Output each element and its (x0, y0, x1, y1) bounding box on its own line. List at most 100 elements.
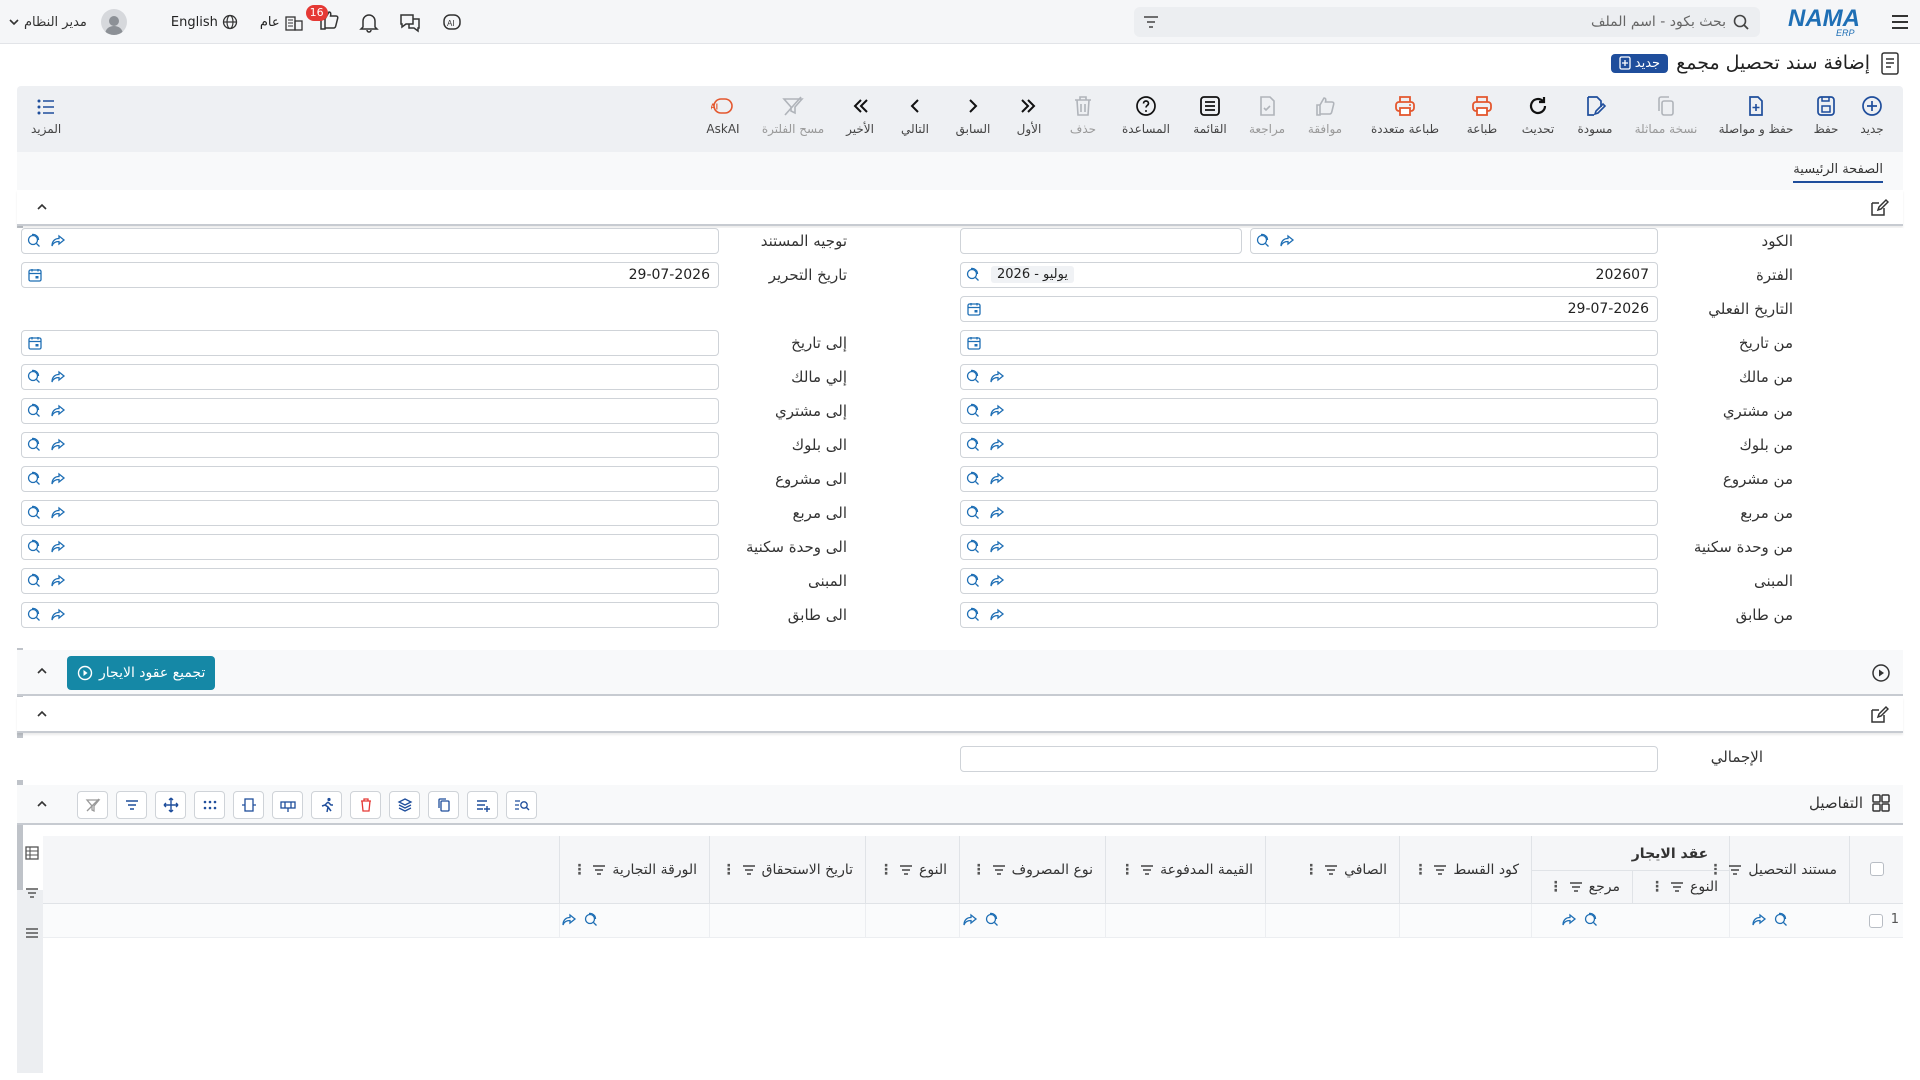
toolbar-save-continue-button[interactable]: حفظ و مواصلة (1709, 94, 1803, 136)
toolbar-draft-button[interactable]: مسودة (1567, 94, 1623, 136)
date-field[interactable]: 29-07-2026 (21, 262, 719, 288)
lookup-search-icon[interactable] (26, 233, 42, 249)
lookup-search-icon[interactable] (1773, 912, 1789, 928)
column-header[interactable]: الورقة التجارية ⋮ (559, 836, 709, 904)
user-menu[interactable]: مدير النظام (8, 9, 127, 35)
table-insert-icon[interactable] (272, 791, 303, 819)
nama-logo[interactable]: NAMA ERP (1786, 4, 1870, 38)
chevron-up-icon[interactable] (35, 200, 49, 214)
share-icon[interactable] (50, 472, 66, 486)
share-icon[interactable] (1751, 912, 1767, 928)
filter-icon[interactable] (1140, 864, 1154, 876)
calendar-icon[interactable] (967, 336, 981, 350)
column-menu-icon[interactable]: ⋮ (1549, 879, 1563, 895)
toolbar-first-button[interactable]: الأول (1003, 94, 1055, 136)
lookup-search-icon[interactable] (26, 369, 42, 385)
lookup-search-icon[interactable] (26, 437, 42, 453)
toolbar-multi-print-button[interactable]: طباعة متعددة (1355, 94, 1455, 136)
lookup-field[interactable] (21, 534, 719, 560)
search-box[interactable] (1134, 7, 1760, 37)
toolbar-next-button[interactable]: التالي (887, 94, 943, 136)
lookup-search-icon[interactable] (965, 267, 981, 283)
lookup-field[interactable] (21, 466, 719, 492)
code-secondary-field[interactable] (960, 228, 1242, 254)
calendar-icon[interactable] (28, 268, 42, 282)
table-icon[interactable] (24, 845, 40, 861)
lookup-field[interactable] (21, 602, 719, 628)
table-row[interactable]: 1 (43, 904, 1903, 938)
sub-column-header[interactable]: مرجع ⋮ (1532, 871, 1632, 905)
tab-main-page[interactable]: الصفحة الرئيسية (1793, 162, 1883, 183)
filter-icon[interactable] (1569, 881, 1583, 893)
column-header[interactable]: نوع المصروف ⋮ (959, 836, 1105, 904)
column-header[interactable]: الصافي ⋮ (1265, 836, 1399, 904)
share-icon[interactable] (989, 574, 1005, 588)
language-switch[interactable]: English (171, 14, 238, 30)
lookup-search-icon[interactable] (26, 573, 42, 589)
filter-icon[interactable] (592, 864, 606, 876)
lookup-field[interactable] (21, 364, 719, 390)
toolbar-plus-circle-button[interactable]: جديد (1849, 94, 1895, 136)
lookup-search-icon[interactable] (1583, 912, 1599, 928)
ai-assistant-icon[interactable]: AI (440, 11, 464, 33)
column-menu-icon[interactable]: ⋮ (972, 862, 986, 878)
edit-icon[interactable] (1869, 705, 1889, 725)
date-field[interactable] (960, 330, 1658, 356)
filter-icon[interactable] (1728, 864, 1742, 876)
share-icon[interactable] (50, 540, 66, 554)
share-icon[interactable] (1279, 234, 1295, 248)
more-button[interactable]: المزيد (31, 96, 61, 136)
share-icon[interactable] (50, 438, 66, 452)
lookup-field[interactable] (960, 364, 1658, 390)
share-icon[interactable] (989, 370, 1005, 384)
column-header[interactable]: تاريخ الاستحقاق ⋮ (709, 836, 865, 904)
lookup-field[interactable] (21, 398, 719, 424)
lookup-search-icon[interactable] (1255, 233, 1271, 249)
filter-icon[interactable] (1142, 13, 1160, 31)
lookup-search-icon[interactable] (965, 539, 981, 555)
code-field[interactable] (1250, 228, 1658, 254)
collect-leases-button[interactable]: تجميع عقود الايجار (67, 656, 216, 690)
share-icon[interactable] (50, 370, 66, 384)
menu-icon[interactable] (1888, 10, 1912, 34)
toolbar-clear-filter-button[interactable]: مسح الفلترة (753, 94, 833, 136)
lookup-search-icon[interactable] (965, 403, 981, 419)
share-icon[interactable] (989, 472, 1005, 486)
date-field[interactable] (21, 330, 719, 356)
lookup-field[interactable] (960, 500, 1658, 526)
share-icon[interactable] (50, 506, 66, 520)
lookup-search-icon[interactable] (965, 471, 981, 487)
lookup-search-icon[interactable] (26, 471, 42, 487)
lookup-search-icon[interactable] (965, 573, 981, 589)
grid-dots-icon[interactable] (194, 791, 225, 819)
filter-icon[interactable] (899, 864, 913, 876)
toolbar-last-button[interactable]: الأخير (833, 94, 887, 136)
lookup-field[interactable] (21, 568, 719, 594)
share-icon[interactable] (962, 912, 978, 928)
share-icon[interactable] (50, 574, 66, 588)
bell-icon[interactable] (358, 11, 380, 33)
chevron-up-icon[interactable] (35, 707, 49, 721)
filter-icon[interactable] (24, 885, 40, 901)
share-icon[interactable] (989, 438, 1005, 452)
toolbar-approve-button[interactable]: موافقة (1295, 94, 1355, 136)
lookup-search-icon[interactable] (965, 369, 981, 385)
menu-icon[interactable] (24, 925, 40, 941)
toolbar-ai-button[interactable]: AI AskAI (693, 94, 753, 136)
column-menu-icon[interactable]: ⋮ (572, 862, 586, 878)
column-menu-icon[interactable]: ⋮ (1650, 879, 1664, 895)
chevron-up-icon[interactable] (35, 797, 49, 811)
period-field[interactable]: 202607 2026 - يوليو (960, 262, 1658, 288)
toolbar-copy-button[interactable]: نسخة مماثلة (1623, 94, 1709, 136)
lookup-search-icon[interactable] (583, 912, 599, 928)
filter-icon[interactable] (742, 864, 756, 876)
row-checkbox[interactable] (1869, 914, 1883, 928)
lookup-search-icon[interactable] (26, 539, 42, 555)
search-list-icon[interactable] (506, 791, 537, 819)
calendar-icon[interactable] (967, 302, 981, 316)
lookup-search-icon[interactable] (26, 505, 42, 521)
toolbar-help-button[interactable]: المساعدة (1111, 94, 1181, 136)
share-icon[interactable] (1561, 912, 1577, 928)
layers-icon[interactable] (389, 791, 420, 819)
lookup-field[interactable] (21, 228, 719, 254)
